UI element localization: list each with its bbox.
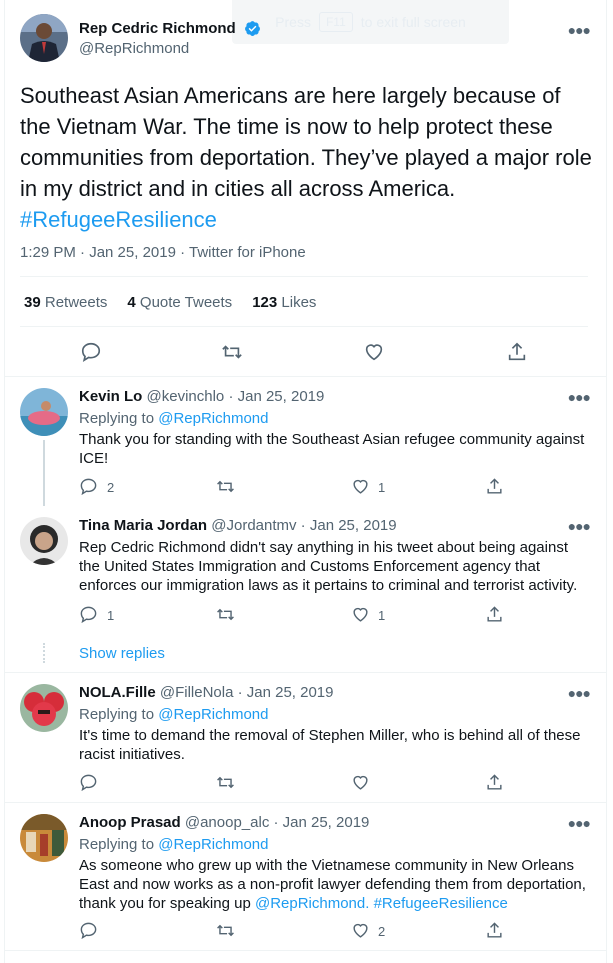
divider [4, 802, 607, 803]
like-count: 2 [378, 924, 386, 939]
like-icon[interactable] [363, 341, 385, 363]
share-icon[interactable] [485, 921, 504, 940]
reply-count: 2 [107, 480, 115, 495]
retweet-icon[interactable] [216, 773, 235, 792]
replying-to-label: Replying to [79, 706, 155, 723]
reply-actions: 2 [79, 921, 549, 945]
divider [4, 950, 607, 951]
like-count: 1 [378, 480, 386, 495]
more-icon[interactable]: ●●● [568, 518, 591, 534]
share-icon[interactable] [485, 605, 504, 624]
like-icon[interactable] [351, 477, 370, 496]
retweet-icon[interactable] [221, 341, 243, 363]
reply-tweet[interactable]: Anoop Prasad @anoop_alc · Jan 25, 2019 ●… [20, 814, 591, 954]
replying-to-link[interactable]: @RepRichmond [158, 410, 268, 427]
replying-to-label: Replying to [79, 836, 155, 853]
reply-handle-date[interactable]: @FilleNola · Jan 25, 2019 [160, 684, 334, 701]
reply-tweet[interactable]: Tina Maria Jordan @Jordantmv · Jan 25, 2… [20, 517, 591, 642]
reply-icon[interactable] [79, 477, 98, 496]
likes-stat[interactable]: 123 Likes [252, 294, 316, 311]
author-name[interactable]: Rep Cedric Richmond [79, 20, 236, 37]
reply-author-name[interactable]: Kevin Lo [79, 388, 142, 405]
avatar[interactable] [20, 517, 68, 565]
retweet-icon[interactable] [216, 477, 235, 496]
reply-text: It's time to demand the removal of Steph… [79, 727, 581, 763]
more-icon[interactable]: ●●● [568, 815, 591, 831]
reply-icon[interactable] [80, 341, 102, 363]
reply-tweet[interactable]: Kevin Lo @kevinchlo · Jan 25, 2019 ●●● R… [20, 388, 591, 506]
reply-author-name[interactable]: NOLA.Fille [79, 684, 156, 701]
share-icon[interactable] [506, 341, 528, 363]
retweets-stat[interactable]: 39 Retweets [24, 294, 107, 311]
divider [4, 672, 607, 673]
reply-icon[interactable] [79, 605, 98, 624]
tweet-meta[interactable]: 1:29 PM · Jan 25, 2019 · Twitter for iPh… [20, 244, 306, 261]
replying-to-link[interactable]: @RepRichmond [158, 706, 268, 723]
reply-actions: 2 1 [79, 477, 549, 501]
divider [4, 376, 607, 377]
reply-text: As someone who grew up with the Vietname… [79, 856, 589, 913]
reply-count: 1 [107, 608, 115, 623]
replying-to-link[interactable]: @RepRichmond [158, 836, 268, 853]
reply-tweet[interactable]: NOLA.Fille @FilleNola · Jan 25, 2019 ●●●… [20, 684, 591, 797]
mention-link[interactable]: @RepRichmond. [255, 895, 369, 912]
avatar[interactable] [20, 14, 68, 62]
retweet-icon[interactable] [216, 605, 235, 624]
like-icon[interactable] [351, 605, 370, 624]
tweet-text: Southeast Asian Americans are here large… [20, 80, 595, 235]
more-icon[interactable]: ●●● [568, 22, 591, 38]
reply-handle-date[interactable]: @kevinchlo · Jan 25, 2019 [147, 388, 325, 405]
tweet-stats: 39 Retweets 4 Quote Tweets 123 Likes [24, 294, 316, 311]
like-icon[interactable] [351, 773, 370, 792]
tweet-actions [20, 337, 588, 367]
share-icon[interactable] [485, 773, 504, 792]
more-icon[interactable]: ●●● [568, 389, 591, 405]
main-tweet-header: Rep Cedric Richmond @RepRichmond ●●● [20, 14, 591, 62]
reply-text: Thank you for standing with the Southeas… [79, 431, 585, 467]
reply-actions [79, 773, 549, 797]
replying-to-label: Replying to [79, 410, 155, 427]
author-handle[interactable]: @RepRichmond [79, 40, 189, 57]
avatar[interactable] [20, 684, 68, 732]
reply-actions: 1 1 [79, 605, 549, 629]
hashtag-link[interactable]: #RefugeeResilience [374, 895, 508, 912]
divider [20, 326, 588, 327]
like-icon[interactable] [351, 921, 370, 940]
show-replies-link[interactable]: Show replies [79, 645, 165, 662]
reply-text: Rep Cedric Richmond didn't say anything … [79, 539, 578, 594]
tweet-body: Southeast Asian Americans are here large… [20, 83, 592, 201]
retweet-icon[interactable] [216, 921, 235, 940]
verified-icon [245, 21, 261, 37]
avatar[interactable] [20, 814, 68, 862]
reply-icon[interactable] [79, 921, 98, 940]
thread-continuation-dots [43, 643, 45, 663]
like-count: 1 [378, 608, 386, 623]
thread-line [43, 440, 45, 506]
reply-icon[interactable] [79, 773, 98, 792]
quote-tweets-stat[interactable]: 4 Quote Tweets [127, 294, 232, 311]
hashtag-link[interactable]: #RefugeeResilience [20, 207, 217, 232]
reply-handle-date[interactable]: @anoop_alc · Jan 25, 2019 [185, 814, 370, 831]
reply-handle-date[interactable]: @Jordantmv · Jan 25, 2019 [211, 517, 396, 534]
reply-author-name[interactable]: Tina Maria Jordan [79, 517, 207, 534]
divider [20, 276, 588, 277]
avatar[interactable] [20, 388, 68, 436]
share-icon[interactable] [485, 477, 504, 496]
reply-author-name[interactable]: Anoop Prasad [79, 814, 181, 831]
more-icon[interactable]: ●●● [568, 685, 591, 701]
